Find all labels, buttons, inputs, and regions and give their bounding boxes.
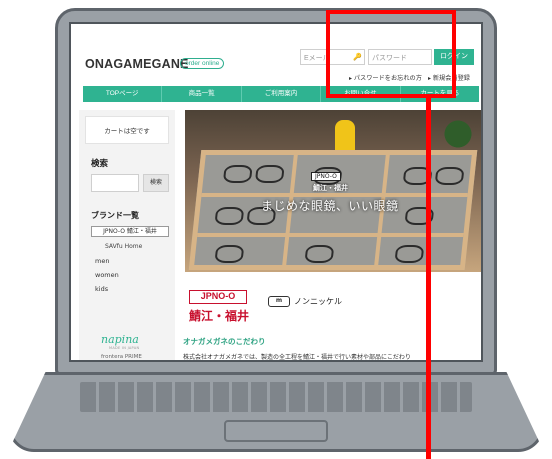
tray-divider xyxy=(197,233,464,237)
brand-napina-logo[interactable]: napina xyxy=(101,333,139,346)
nonnickel-label: ノンニッケル xyxy=(294,297,342,306)
glasses-frame xyxy=(222,165,253,183)
hero-tagline: まじめな眼鏡、いい眼鏡 xyxy=(261,199,399,213)
category-kids[interactable]: kids xyxy=(95,285,108,293)
glasses-frame xyxy=(434,167,465,185)
intro-paragraph: 株式会社オナガメガネでは、製造の全工程を鯖江・福井で行い素材や部品にこだわり xyxy=(183,354,411,361)
napina-subtitle: MADE IN JAPAN xyxy=(109,346,140,350)
nonnickel-badge-icon: m xyxy=(268,296,290,307)
search-button[interactable]: 検索 xyxy=(143,174,169,192)
lucky-cat-figurine xyxy=(335,120,355,154)
glasses-frame xyxy=(394,245,425,263)
brand-jpnoo-link[interactable]: JPNO-O 鯖江・福井 xyxy=(91,226,169,237)
laptop-trackpad xyxy=(224,420,328,442)
glasses-frame xyxy=(214,245,245,263)
brand-savfu-link[interactable]: SAVfu Home xyxy=(105,243,142,250)
hero-banner[interactable]: JPNO-O 鯖江・福井 まじめな眼鏡、いい眼鏡 xyxy=(185,110,481,272)
cart-status: カートは空です xyxy=(85,116,169,144)
glasses-frame xyxy=(304,245,335,263)
category-women[interactable]: women xyxy=(95,271,119,279)
site-logo[interactable]: ONAGAMEGANE xyxy=(85,57,189,71)
hero-jpnoo-label: JPNO-O xyxy=(311,172,341,181)
nav-item-top[interactable]: TOPページ xyxy=(83,86,163,102)
search-input[interactable] xyxy=(91,174,139,192)
laptop-keyboard xyxy=(80,382,472,412)
glasses-frame xyxy=(254,165,285,183)
sabae-fukui-label: 鯖江・福井 xyxy=(189,309,250,323)
brand-prime-link[interactable]: frontera PRIME xyxy=(101,354,142,360)
glasses-frame xyxy=(214,207,245,225)
plant-decoration xyxy=(435,110,481,150)
order-online-badge: order online xyxy=(180,58,225,69)
jpnoo-logo[interactable]: JPNO-O xyxy=(189,290,247,304)
annotation-highlight-box xyxy=(326,10,456,98)
hero-sabae-label: 鯖江・福井 xyxy=(313,184,348,192)
sidebar: カートは空です 検索 検索 ブランド一覧 JPNO-O 鯖江・福井 SAVfu … xyxy=(79,110,175,360)
brand-list-title: ブランド一覧 xyxy=(91,211,139,220)
kodawari-heading: オナガメガネのこだわり xyxy=(183,337,266,346)
nav-item-products[interactable]: 商品一覧 xyxy=(162,86,242,102)
annotation-pointer-line xyxy=(426,98,431,459)
category-men[interactable]: men xyxy=(95,257,109,265)
nav-item-guide[interactable]: ご利用案内 xyxy=(242,86,322,102)
search-title: 検索 xyxy=(91,159,109,169)
